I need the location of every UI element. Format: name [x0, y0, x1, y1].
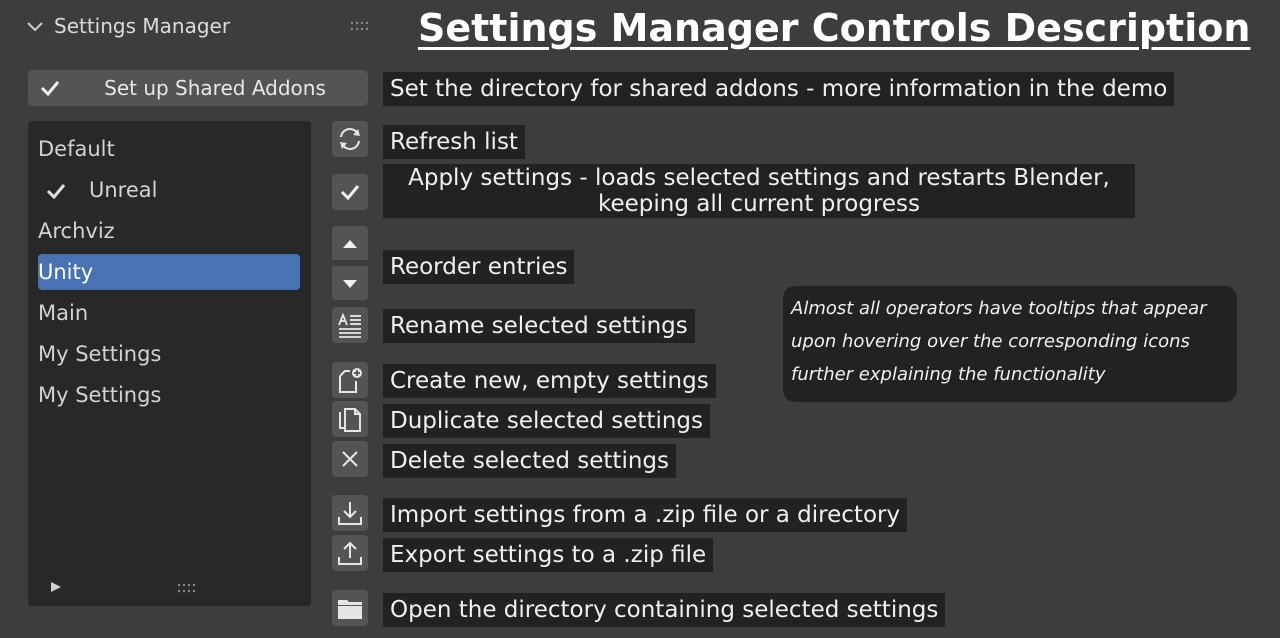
list-item-label: Unity — [38, 260, 94, 284]
close-icon — [342, 451, 358, 467]
setup-shared-addons-button[interactable]: Set up Shared Addons — [28, 70, 368, 106]
import-icon — [338, 502, 362, 525]
list-item-label: Unreal — [89, 178, 158, 202]
apply-description-line1: Apply settings - loads selected settings… — [408, 165, 1110, 191]
panel-header[interactable]: Settings Manager — [26, 12, 376, 42]
apply-settings-button[interactable] — [332, 174, 368, 210]
refresh-icon — [340, 128, 360, 150]
panel-title: Settings Manager — [54, 14, 231, 38]
tooltip-note-line2: upon hovering over the corresponding ico… — [791, 331, 1190, 352]
tooltip-note-line1: Almost all operators have tooltips that … — [791, 298, 1207, 319]
list-item[interactable]: Default — [38, 131, 300, 167]
list-item[interactable]: Unreal — [38, 172, 300, 208]
drag-handle-icon[interactable] — [350, 20, 372, 32]
export-icon — [338, 541, 362, 565]
move-up-button[interactable] — [332, 226, 368, 260]
rename-icon — [338, 312, 361, 338]
list-item-selected[interactable]: Unity — [38, 254, 300, 290]
list-item-label: Archviz — [38, 219, 115, 243]
checkmark-icon — [340, 185, 360, 201]
import-settings-button[interactable] — [332, 495, 368, 531]
duplicate-icon — [339, 408, 361, 432]
list-item[interactable]: Archviz — [38, 213, 300, 249]
page-title: Settings Manager Controls Description — [418, 6, 1251, 50]
triangle-up-icon — [343, 240, 357, 248]
refresh-button[interactable] — [332, 121, 368, 157]
duplicate-settings-button[interactable] — [332, 401, 368, 437]
open-directory-button[interactable] — [332, 590, 368, 626]
list-item-label: Default — [38, 137, 115, 161]
move-down-button[interactable] — [332, 266, 368, 300]
reorder-description: Reorder entries — [383, 250, 575, 284]
delete-settings-button[interactable] — [332, 441, 368, 477]
new-file-icon — [339, 368, 362, 393]
rename-description: Rename selected settings — [383, 309, 695, 343]
setup-description: Set the directory for shared addons - mo… — [383, 72, 1175, 106]
list-item-label: My Settings — [38, 383, 162, 407]
create-description: Create new, empty settings — [383, 364, 716, 398]
folder-icon — [338, 600, 362, 619]
apply-description: Apply settings - loads selected settings… — [383, 164, 1135, 218]
refresh-description: Refresh list — [383, 125, 525, 159]
apply-description-line2: keeping all current progress — [597, 191, 921, 217]
rename-button[interactable] — [332, 307, 368, 343]
tooltip-note: Almost all operators have tooltips that … — [783, 286, 1237, 402]
tooltip-note-line3: further explaining the functionality — [791, 364, 1106, 385]
resize-handle-icon[interactable] — [176, 582, 200, 594]
list-item-label: My Settings — [38, 342, 162, 366]
list-item[interactable]: My Settings — [38, 377, 300, 413]
list-item-label: Main — [38, 301, 89, 325]
export-settings-button[interactable] — [332, 535, 368, 571]
create-settings-button[interactable] — [332, 362, 368, 398]
expand-filter-icon[interactable] — [50, 581, 62, 593]
duplicate-description: Duplicate selected settings — [383, 404, 711, 438]
setup-button-label: Set up Shared Addons — [104, 76, 326, 100]
import-description: Import settings from a .zip file or a di… — [383, 498, 908, 532]
chevron-down-icon[interactable] — [26, 18, 44, 36]
open-directory-description: Open the directory containing selected s… — [383, 593, 946, 627]
settings-list[interactable]: Default Unreal Archviz Unity Main My Set… — [28, 121, 311, 606]
triangle-down-icon — [343, 280, 357, 288]
checkmark-icon — [46, 184, 66, 200]
list-item[interactable]: My Settings — [38, 336, 300, 372]
export-description: Export settings to a .zip file — [383, 538, 714, 572]
delete-description: Delete selected settings — [383, 444, 676, 478]
list-item[interactable]: Main — [38, 295, 300, 331]
